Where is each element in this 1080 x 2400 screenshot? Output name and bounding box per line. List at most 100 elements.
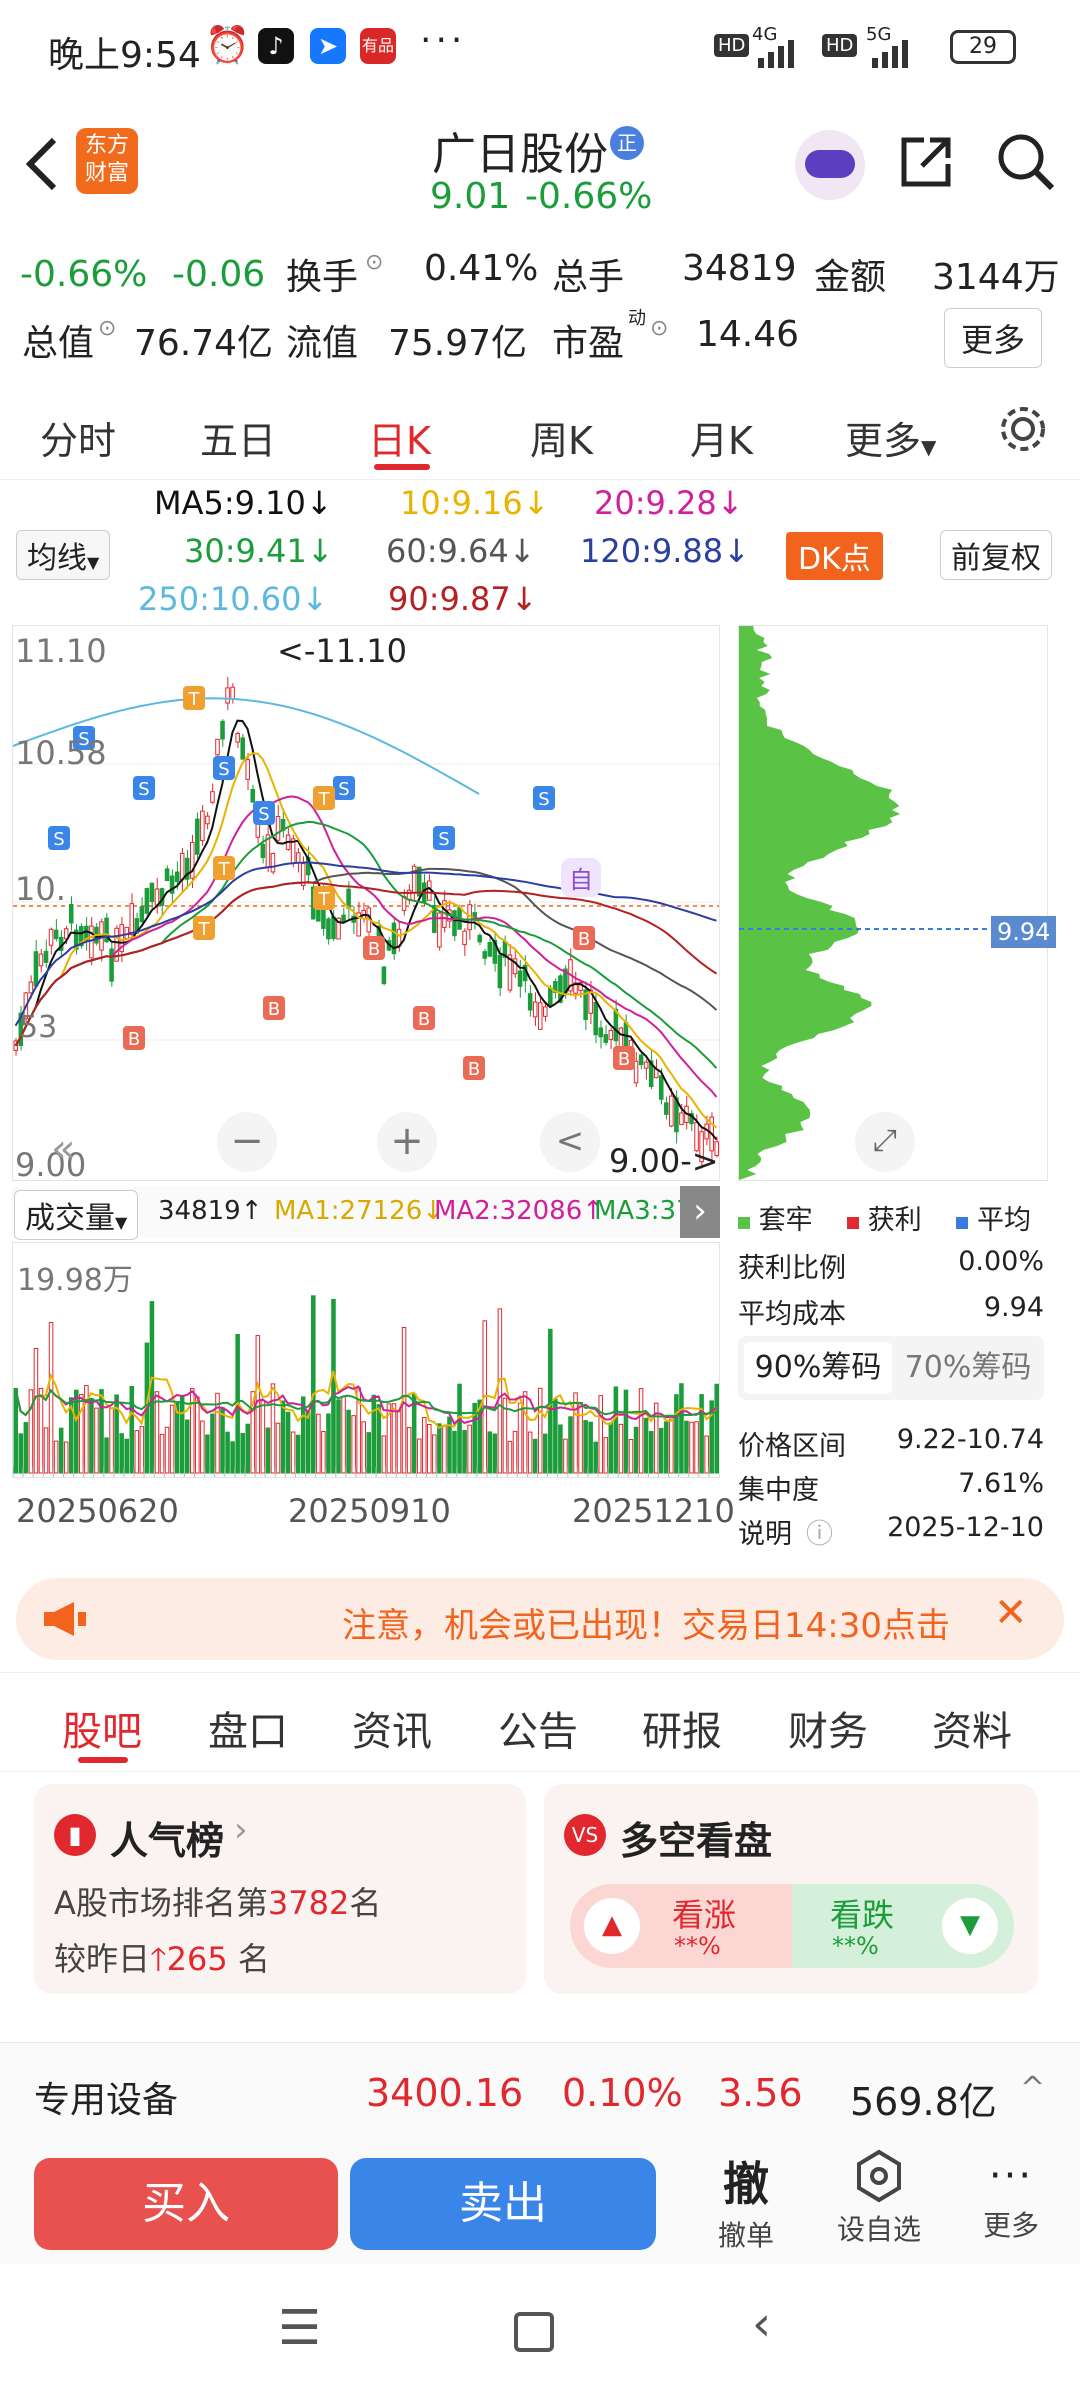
kline-candle xyxy=(664,1102,669,1115)
volume-bar xyxy=(280,1400,286,1474)
pe-value: 14.46 xyxy=(696,314,800,355)
trade-marker-label: T xyxy=(318,789,331,810)
volume-bar xyxy=(351,1415,356,1474)
tab-timeshare[interactable]: 分时 xyxy=(40,410,116,465)
search-icon[interactable] xyxy=(994,130,1058,194)
tab-more[interactable]: 更多▼ xyxy=(845,410,936,465)
volume-bar xyxy=(295,1434,301,1474)
buy-button[interactable]: 买入 xyxy=(34,2158,338,2250)
system-back-icon[interactable]: ‹ xyxy=(752,2296,771,2352)
kline-candle xyxy=(658,1075,664,1100)
assistant-avatar[interactable] xyxy=(795,130,865,200)
chip-info-panel: 套牢 获利 平均 获利比例 0.00% 平均成本 9.94 90%筹码 70%筹… xyxy=(738,1190,1058,1550)
ma-select[interactable]: 均线▼ xyxy=(16,530,111,580)
sector-bar[interactable]: 专用设备 3400.16 0.10% 3.56 569.8亿 ^ xyxy=(0,2042,1080,2142)
chip-distribution-svg xyxy=(739,626,989,1180)
kline-candle xyxy=(608,1029,614,1040)
volume-select[interactable]: 成交量▼ xyxy=(14,1190,139,1240)
scroll-left-icon[interactable]: « xyxy=(51,1126,75,1172)
tab-five-day[interactable]: 五日 xyxy=(200,410,276,465)
sector-market-cap: 569.8亿 xyxy=(850,2080,997,2124)
tab-monthly-k[interactable]: 月K xyxy=(690,410,753,465)
zoom-out-button[interactable]: − xyxy=(217,1112,277,1172)
back-icon[interactable] xyxy=(20,134,64,194)
volume-bar xyxy=(336,1399,341,1474)
kline-candle xyxy=(260,844,266,859)
kline-candle xyxy=(295,852,301,864)
volume-ma2: MA2:32086↑ xyxy=(434,1196,605,1226)
tab-weekly-k[interactable]: 周K xyxy=(530,410,593,465)
info-icon-3[interactable]: ⊙ xyxy=(650,316,668,341)
volume-bar xyxy=(154,1391,160,1474)
volume-bar xyxy=(714,1383,720,1474)
volume-bar xyxy=(462,1429,467,1474)
share-icon[interactable] xyxy=(896,132,956,192)
chevron-up-icon[interactable]: ^ xyxy=(1020,2071,1045,2106)
volume-bar xyxy=(205,1434,210,1474)
date-axis: 20250620 20250910 20251210 xyxy=(12,1484,735,1554)
volume-bar xyxy=(598,1395,604,1474)
expand-right-icon[interactable]: › xyxy=(680,1186,720,1238)
more-button[interactable]: 更多 xyxy=(944,308,1043,368)
more-dots-icon: ··· xyxy=(420,20,467,61)
expand-icon[interactable]: ⤢ xyxy=(855,1112,915,1172)
volume-bar xyxy=(512,1430,518,1474)
tab-announcements[interactable]: 公告 xyxy=(498,1699,578,1757)
kline-svg: SSSSSBBTTBB BBSSSTTTB xyxy=(13,677,719,1169)
chart-tabs: 分时 五日 日K 周K 月K 更多▼ xyxy=(0,380,1080,480)
kline-candle xyxy=(391,922,397,955)
chip-range-tabs: 90%筹码 70%筹码 xyxy=(738,1336,1044,1400)
home-icon[interactable] xyxy=(514,2312,554,2352)
volume-bar xyxy=(129,1386,135,1474)
kline-candle xyxy=(638,1054,644,1066)
volume-bar xyxy=(699,1394,704,1474)
volume-bar xyxy=(326,1413,331,1474)
caret-down-icon: ▼ xyxy=(87,553,100,572)
tab-profile[interactable]: 资料 xyxy=(932,1699,1012,1757)
vote-down-button[interactable]: 看跌 **% ▼ xyxy=(792,1884,1014,1968)
tab-news[interactable]: 资讯 xyxy=(352,1699,432,1757)
close-icon[interactable]: ✕ xyxy=(994,1590,1028,1636)
menu-icon[interactable]: ☰ xyxy=(278,2300,321,2356)
dk-point-button[interactable]: DK点 xyxy=(786,532,883,580)
sell-button[interactable]: 卖出 xyxy=(350,2158,656,2250)
concentration-value: 7.61% xyxy=(958,1468,1044,1499)
tab-forum[interactable]: 股吧 xyxy=(62,1699,142,1757)
tab-chip-90[interactable]: 90%筹码 xyxy=(744,1342,892,1394)
volume-bar xyxy=(704,1435,709,1474)
more-actions-button[interactable]: ··· 更多 xyxy=(966,2148,1056,2258)
kline-candle xyxy=(164,868,170,882)
turnover-label: 换手 xyxy=(286,257,359,298)
volume-bar xyxy=(658,1427,664,1474)
trade-marker-label: S xyxy=(218,759,229,780)
tab-finance[interactable]: 财务 xyxy=(788,1699,868,1757)
kline-candle xyxy=(679,1112,684,1126)
notice-bar[interactable]: 注意，机会或已出现！交易日14:30点击 ✕ xyxy=(16,1578,1064,1660)
info-icon-2[interactable]: ⊙ xyxy=(98,316,116,341)
volume-bar xyxy=(376,1404,382,1474)
info-circle-icon[interactable]: ⓘ xyxy=(806,1512,833,1551)
add-watchlist-button[interactable]: 设自选 xyxy=(824,2148,934,2258)
settings-icon[interactable] xyxy=(996,402,1050,456)
scroll-right-icon[interactable]: < xyxy=(540,1112,600,1172)
kline-chart[interactable]: SSSSSBBTTBBBBSSSTTTB 11.10 10.58 10. 53 … xyxy=(12,625,720,1184)
popularity-card[interactable]: ▮ 人气榜 › A股市场排名第3782名 较昨日🡑265 名 xyxy=(34,1784,526,1994)
shop-icon: 有品 xyxy=(360,28,396,64)
zoom-in-button[interactable]: + xyxy=(377,1112,437,1172)
legend-trapped: 套牢 xyxy=(758,1205,813,1236)
app-logo[interactable]: 东方财富 xyxy=(76,128,138,194)
kline-candle xyxy=(462,930,467,946)
tab-research[interactable]: 研报 xyxy=(642,1699,722,1757)
vote-up-button[interactable]: ▲ 看涨 **% xyxy=(570,1884,792,1968)
system-nav-bar: ☰ ‹ xyxy=(0,2264,1080,2400)
tab-chip-70[interactable]: 70%筹码 xyxy=(898,1342,1038,1394)
tab-daily-k[interactable]: 日K xyxy=(368,410,431,465)
cancel-order-button[interactable]: 撤 撤单 xyxy=(704,2148,788,2258)
kline-candle xyxy=(28,981,34,994)
tab-orderbook[interactable]: 盘口 xyxy=(208,1699,288,1757)
hd-badge-2: HD xyxy=(822,34,858,57)
signal-icon xyxy=(758,40,794,68)
adjust-select[interactable]: 前复权 xyxy=(940,530,1052,580)
legend-swatch-average xyxy=(956,1217,969,1229)
info-icon[interactable]: ⊙ xyxy=(365,250,383,275)
